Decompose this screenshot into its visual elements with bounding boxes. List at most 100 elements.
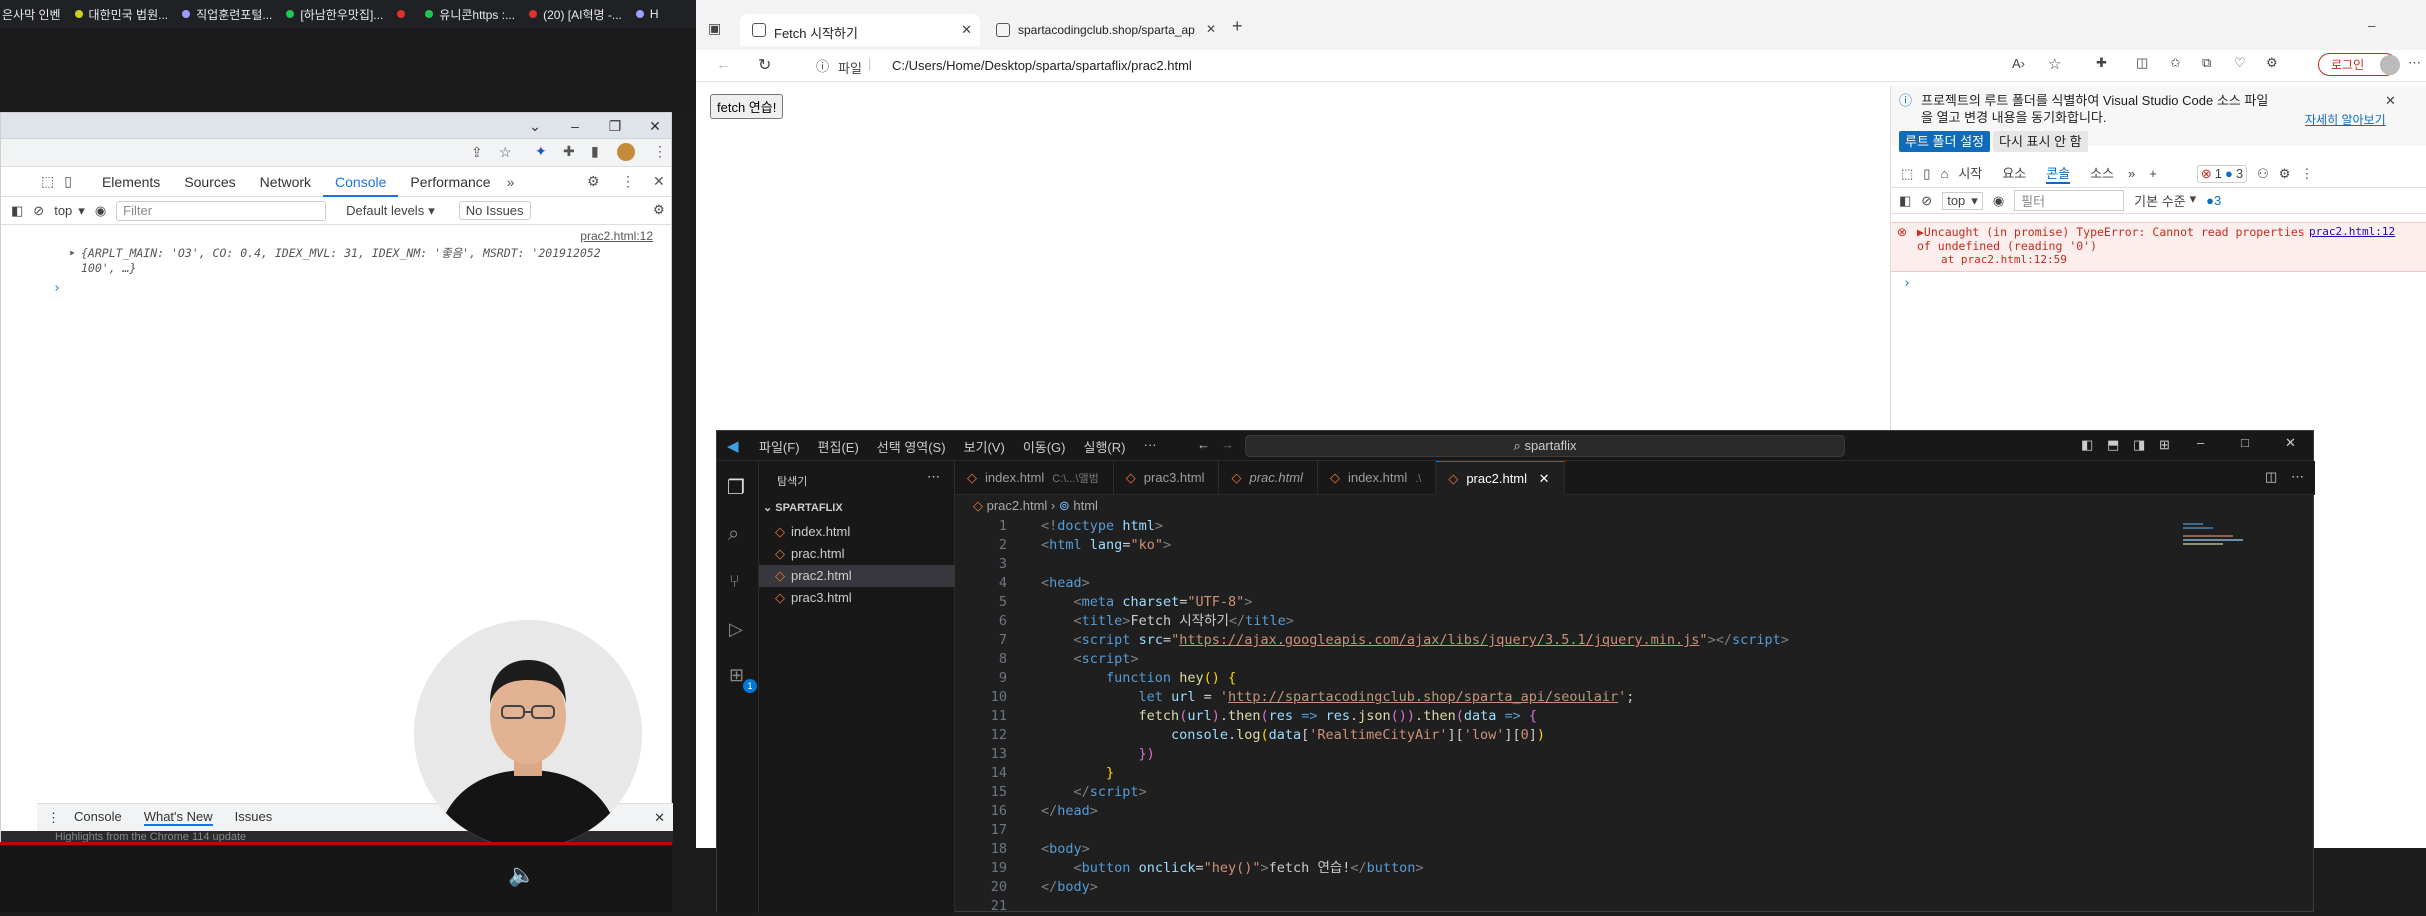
code-line[interactable]: <body> [1041, 840, 1090, 859]
maximize-button[interactable]: ❐ [597, 113, 633, 139]
profile-avatar[interactable] [2380, 55, 2400, 75]
code-line[interactable]: <html lang="ko"> [1041, 536, 1171, 555]
close-button[interactable]: ✕ [637, 113, 673, 139]
devtools-icon[interactable]: ⚙ [2266, 55, 2278, 71]
editor-tab[interactable]: ◇ index.html C:\...\앨범 [955, 461, 1114, 495]
favorites-icon[interactable]: ✩ [2170, 55, 2181, 71]
error-message[interactable]: ▶Uncaught (in promise) TypeError: Cannot… [1917, 225, 2305, 239]
edge-devtools-tab[interactable]: 시작 [1958, 163, 1982, 184]
tab-network[interactable]: Network [248, 167, 323, 197]
tab-performance[interactable]: Performance [398, 167, 502, 197]
edge-devtools-tab[interactable]: 요소 [2002, 163, 2026, 184]
code-line[interactable]: </head> [1041, 802, 1098, 821]
log-line[interactable]: {ARPLT_MAIN: 'O3', CO: 0.4, IDEX_MVL: 31… [81, 245, 661, 261]
console-prompt[interactable]: › [53, 281, 61, 296]
tab-fetch[interactable]: Fetch 시작하기 ✕ [740, 14, 980, 46]
menu-item[interactable]: 선택 영역(S) [877, 437, 946, 456]
code-line[interactable]: fetch(url).then(res => res.json()).then(… [1041, 707, 1538, 726]
issues-badge[interactable]: ●3 [2206, 193, 2221, 208]
chevron-down-icon[interactable]: ⌄ [517, 113, 553, 139]
file-item[interactable]: ◇ prac3.html [759, 587, 955, 609]
explorer-more-icon[interactable]: ⋯ [927, 469, 940, 485]
refresh-icon[interactable]: ↻ [758, 55, 771, 75]
menu-item[interactable]: ··· [1143, 437, 1156, 456]
share-icon[interactable]: ⇪ [471, 144, 483, 161]
source-control-icon[interactable]: ⑂ [729, 571, 740, 592]
code-line[interactable]: <head> [1041, 574, 1090, 593]
close-button[interactable]: ✕ [2285, 435, 2296, 451]
drawer-menu-icon[interactable]: ⋮ [47, 810, 60, 826]
layout-secondary-icon[interactable]: ◨ [2133, 437, 2145, 453]
more-icon[interactable]: ⋮ [621, 173, 635, 190]
breadcrumb-node[interactable]: html [1073, 498, 1098, 513]
maximize-button[interactable]: □ [2241, 435, 2249, 450]
avatar[interactable] [617, 143, 635, 161]
error-stack[interactable]: at prac2.html:12:59 [1941, 253, 2067, 266]
drawer-close-icon[interactable]: ✕ [654, 810, 665, 826]
code-line[interactable]: <script src="https://ajax.googleapis.com… [1041, 631, 1789, 650]
performance-icon[interactable]: ♡ [2234, 55, 2246, 71]
device-icon[interactable]: ▯ [1923, 166, 1930, 182]
bookmark-item[interactable]: 은사막 인벤 [2, 6, 61, 23]
file-item[interactable]: ◇ prac.html [759, 543, 955, 565]
tab-elements[interactable]: Elements [90, 167, 172, 197]
menu-item[interactable]: 실행(R) [1084, 437, 1126, 456]
context-select[interactable]: top ▾ [54, 203, 85, 219]
connect-icon[interactable]: ⚇ [2257, 166, 2269, 182]
code-line[interactable]: <!doctype html> [1041, 517, 1163, 536]
fetch-practice-button[interactable]: fetch 연습! [710, 94, 784, 119]
editor-tab[interactable]: ◇ prac3.html [1114, 461, 1220, 495]
file-item[interactable]: ◇ prac2.html [759, 565, 955, 587]
minimize-button[interactable]: – [2368, 18, 2375, 33]
tab-console[interactable]: Console [323, 167, 399, 197]
search-icon[interactable]: ⌕ [728, 523, 739, 546]
layout-panel-icon[interactable]: ⬒ [2107, 437, 2119, 453]
console-settings-icon[interactable]: ⚙ [653, 202, 665, 218]
read-aloud-icon[interactable]: A› [2012, 56, 2025, 71]
inspect-icon[interactable]: ⬚ [1901, 166, 1913, 182]
new-tab-button[interactable]: + [1232, 16, 1243, 37]
split-screen-icon[interactable]: ◫ [2136, 55, 2148, 71]
bookmark-item[interactable]: H [635, 7, 659, 21]
bookmark-item[interactable]: 유니콘https :... [425, 6, 515, 23]
info-icon[interactable]: ⓘ [816, 56, 829, 75]
folder-header[interactable]: ⌄ SPARTAFLIX [763, 501, 843, 514]
bookmark-item[interactable]: 직업훈련포털... [182, 6, 272, 23]
code-line[interactable]: } [1041, 764, 1114, 783]
drawer-tab-console[interactable]: Console [74, 809, 122, 826]
close-devtools-icon[interactable]: ✕ [653, 173, 665, 190]
more-tabs-icon[interactable]: » [2128, 166, 2135, 181]
levels-select[interactable]: Default levels ▾ [346, 203, 435, 219]
puzzle-icon[interactable]: ✚ [563, 143, 575, 160]
menu-icon[interactable]: ⋮ [653, 143, 667, 160]
welcome-icon[interactable]: ⌂ [1940, 166, 1948, 181]
tab-actions-icon[interactable]: ▣ [708, 20, 721, 37]
error-source-link[interactable]: prac2.html:12 [2309, 225, 2395, 238]
levels-select[interactable]: 기본 수준 ▾ [2134, 191, 2196, 210]
command-center-search[interactable]: ⌕ spartaflix [1245, 435, 1845, 457]
extensions-icon[interactable]: ⊞ [729, 665, 744, 686]
drawer-tab-what-s-new[interactable]: What's New [143, 809, 213, 826]
more-icon[interactable]: ⋮ [2300, 166, 2313, 182]
inspect-icon[interactable]: ⬚ [41, 173, 54, 190]
eye-icon[interactable]: ◉ [95, 203, 106, 219]
menu-item[interactable]: 보기(V) [964, 437, 1005, 456]
learn-more-link[interactable]: 자세히 알아보기 [2305, 112, 2386, 129]
layout-sidebar-icon[interactable]: ◧ [2081, 437, 2093, 453]
breadcrumb-file[interactable]: prac2.html [987, 498, 1048, 513]
collections-icon[interactable]: ⧉ [2202, 55, 2211, 71]
code-editor[interactable]: 1 <!doctype html> 2 <html lang="ko"> 3 4 <head… [955, 517, 2255, 914]
tab-sources[interactable]: Sources [172, 167, 247, 197]
more-tabs-icon[interactable]: » [507, 174, 515, 190]
code-line[interactable]: <title>Fetch 시작하기</title> [1041, 612, 1294, 631]
extensions-icon[interactable]: ✚ [2096, 55, 2107, 71]
sidebar-toggle-icon[interactable]: ◧ [11, 203, 23, 219]
context-select[interactable]: top ▾ [1942, 191, 1983, 210]
code-line[interactable]: <script> [1041, 650, 1139, 669]
edge-devtools-tab[interactable]: 콘솔 [2046, 163, 2071, 184]
sidebar-toggle-icon[interactable]: ◧ [1899, 193, 1911, 209]
editor-tab[interactable]: ◇ index.html .\ [1318, 461, 1437, 495]
editor-tab[interactable]: ◇ prac.html [1219, 461, 1318, 495]
tab-close-icon[interactable]: ✕ [961, 22, 972, 38]
volume-icon[interactable]: 🔈 [508, 862, 535, 888]
